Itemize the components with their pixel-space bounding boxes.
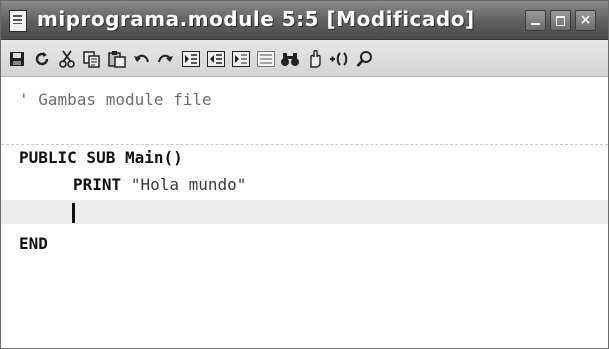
minimize-button[interactable]	[525, 10, 546, 31]
window-title: miprograma.module 5:5 [Modificado]	[37, 7, 475, 31]
comment-icon[interactable]	[231, 49, 251, 69]
paste-icon[interactable]	[107, 49, 127, 69]
undo-icon[interactable]	[132, 49, 152, 69]
toolbar	[1, 40, 608, 77]
uncomment-icon[interactable]	[256, 49, 276, 69]
code-line-sub-declaration: PUBLIC SUB Main()	[19, 147, 183, 169]
close-button[interactable]: ×	[575, 10, 596, 31]
code-line-comment: ' Gambas module file	[19, 90, 212, 109]
watch-icon[interactable]	[329, 49, 349, 69]
editor-window: miprograma.module 5:5 [Modificado] × ' G…	[0, 0, 609, 349]
procedure-name: Main()	[115, 148, 183, 167]
keyword-print: PRINT	[73, 175, 122, 194]
scissors-icon[interactable]	[57, 49, 77, 69]
keyword-end: END	[19, 234, 48, 253]
magnifier-icon[interactable]	[355, 49, 375, 69]
floppy-disk-icon[interactable]	[7, 49, 27, 69]
title-bar[interactable]: miprograma.module 5:5 [Modificado] ×	[1, 1, 608, 40]
code-line-end: END	[19, 233, 48, 255]
current-line-highlight	[1, 200, 608, 224]
code-editor[interactable]: ' Gambas module file PUBLIC SUB Main() P…	[1, 77, 608, 348]
code-line-print: PRINT "Hola mundo"	[73, 174, 246, 196]
indent-icon[interactable]	[181, 49, 201, 69]
redo-icon[interactable]	[155, 49, 175, 69]
keyword-public-sub: PUBLIC SUB	[19, 148, 116, 167]
copy-icon[interactable]	[82, 49, 102, 69]
hand-icon[interactable]	[305, 49, 325, 69]
text-cursor	[72, 203, 75, 223]
unindent-icon[interactable]	[206, 49, 226, 69]
reload-icon[interactable]	[32, 49, 52, 69]
document-icon	[9, 10, 27, 32]
procedure-separator	[1, 144, 608, 145]
string-literal: "Hola mundo"	[130, 175, 247, 194]
binoculars-icon[interactable]	[280, 49, 300, 69]
maximize-button[interactable]	[550, 10, 571, 31]
